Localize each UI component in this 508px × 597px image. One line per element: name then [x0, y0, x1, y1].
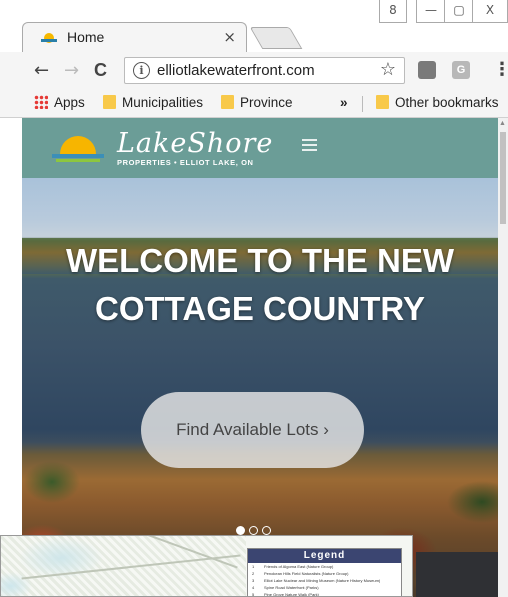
scrollbar-thumb[interactable]	[500, 132, 506, 224]
legend-row: 5 Pine Grove Nature Walk (Park)	[252, 592, 319, 597]
forward-arrow-icon[interactable]: →	[64, 60, 79, 81]
url-text[interactable]: elliotlakewaterfront.com	[157, 62, 315, 79]
folder-icon	[221, 95, 234, 109]
bookmark-province[interactable]: Province	[221, 95, 293, 110]
page-scrollbar[interactable]: ▲	[498, 118, 508, 597]
close-window-button[interactable]: X	[472, 0, 508, 23]
new-tab-button[interactable]	[249, 27, 303, 49]
bookmark-municipalities[interactable]: Municipalities	[103, 95, 203, 110]
site-info-icon[interactable]: i	[133, 62, 150, 79]
extension-icon[interactable]	[418, 61, 436, 79]
bookmark-star-icon[interactable]: ☆	[380, 59, 396, 80]
bookmark-label: Other bookmarks	[395, 95, 499, 110]
bookmark-label: Municipalities	[122, 95, 204, 110]
tab-strip: 8 — ▢ X Home ×	[0, 0, 508, 52]
minimize-button[interactable]: —	[416, 0, 446, 23]
extension-g-icon[interactable]: G	[452, 61, 470, 79]
bookmarks-overflow-button[interactable]: »	[340, 95, 348, 110]
hamburger-menu-icon[interactable]	[302, 139, 317, 154]
page-viewport: LakeShore PROPERTIES • ELLIOT LAKE, ON W…	[22, 118, 498, 597]
legend-row: 3 Elliot Lake Nuclear and Mining Museum (…	[252, 578, 381, 583]
map-area	[1, 536, 246, 596]
legend-title: Legend	[248, 549, 401, 563]
browser-menu-icon[interactable]: ⋮	[493, 59, 508, 80]
legend-row: 4 Spine Road Waterfront (Parks)	[252, 585, 319, 590]
folder-icon	[376, 95, 389, 109]
reload-icon[interactable]: C	[94, 60, 107, 81]
bookmark-apps-label: Apps	[54, 95, 85, 110]
back-arrow-icon[interactable]: ←	[34, 60, 49, 81]
hero-title-line2: COTTAGE COUNTRY	[95, 290, 425, 327]
find-available-lots-button[interactable]: Find Available Lots ›	[141, 392, 364, 468]
logo-subtitle: PROPERTIES • ELLIOT LAKE, ON	[117, 158, 254, 167]
browser-toolbar: ← → C i elliotlakewaterfront.com ☆ G ⋮	[0, 52, 508, 90]
folder-icon	[103, 95, 116, 109]
legend-row: 1 Friends of Algoma East (Nature Group)	[252, 564, 334, 569]
carousel-dot[interactable]	[249, 526, 258, 535]
scroll-up-icon[interactable]: ▲	[499, 120, 506, 127]
bookmarks-divider	[362, 96, 363, 112]
tab-home[interactable]: Home ×	[22, 22, 247, 52]
map-legend: Legend 1 Friends of Algoma East (Nature G…	[247, 548, 402, 597]
close-tab-icon[interactable]: ×	[223, 28, 236, 46]
bookmark-apps[interactable]: Apps	[34, 95, 85, 110]
apps-grid-icon	[34, 95, 48, 109]
hero-title-line1: WELCOME TO THE NEW	[65, 242, 455, 279]
tab-title: Home	[67, 29, 105, 45]
maximize-button[interactable]: ▢	[444, 0, 474, 23]
user-icon[interactable]: 8	[379, 0, 407, 23]
address-bar[interactable]: i elliotlakewaterfront.com ☆	[124, 57, 405, 84]
bookmark-other[interactable]: Other bookmarks	[376, 95, 499, 110]
carousel-dot[interactable]	[262, 526, 271, 535]
bookmarks-bar: Apps Municipalities Province » Other boo…	[0, 90, 508, 118]
map-overlay: Legend 1 Friends of Algoma East (Nature G…	[0, 535, 413, 597]
page-footer-strip	[416, 552, 498, 597]
site-favicon-icon	[41, 33, 57, 43]
legend-row: 2 Penokean Hills Field Naturalists (Natur…	[252, 571, 349, 576]
logo-wordmark[interactable]: LakeShore	[117, 128, 273, 159]
site-header: LakeShore PROPERTIES • ELLIOT LAKE, ON	[22, 118, 498, 178]
lakeshore-logo-icon[interactable]	[52, 130, 104, 166]
carousel-dot[interactable]	[236, 526, 245, 535]
bookmark-label: Province	[240, 95, 293, 110]
